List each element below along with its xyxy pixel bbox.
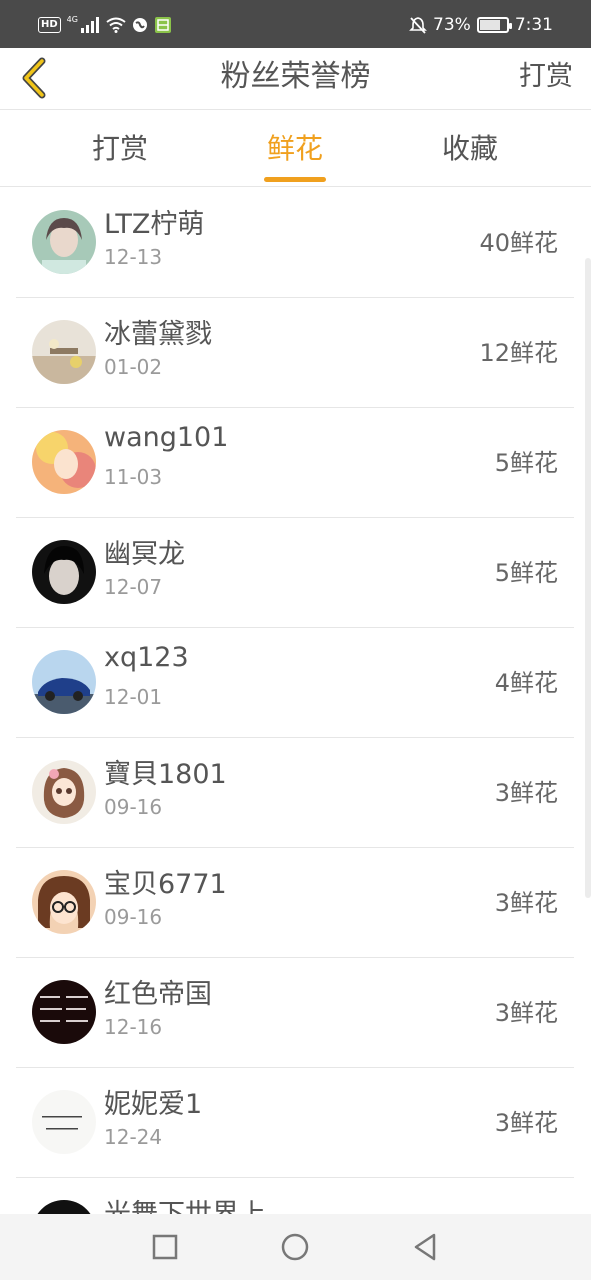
signal-icon	[80, 17, 99, 33]
network-type-label: 4G	[66, 14, 78, 24]
reward-button[interactable]: 打赏	[519, 48, 573, 106]
tab-favorites[interactable]: 收藏	[390, 111, 550, 187]
fan-date: 09-16	[104, 905, 163, 929]
list-item[interactable]: 寶貝1801 09-16 3鲜花	[16, 738, 574, 848]
avatar	[32, 650, 96, 714]
flower-count: 3鲜花	[494, 999, 558, 1027]
scrollbar[interactable]	[585, 258, 591, 898]
fan-name: 妮妮爱1	[104, 1089, 203, 1120]
list-item[interactable]: 红色帝国 12-16 3鲜花	[16, 958, 574, 1068]
clock: 7:31	[514, 15, 553, 35]
fan-name: wang101	[104, 422, 229, 453]
avatar	[32, 320, 96, 384]
fan-date: 12-16	[104, 1015, 163, 1039]
flower-count: 3鲜花	[494, 1109, 558, 1137]
fan-date: 12-24	[104, 1125, 163, 1149]
hd-badge: HD	[38, 17, 61, 33]
tab-reward[interactable]: 打赏	[40, 111, 200, 187]
back-nav-button[interactable]	[410, 1232, 440, 1262]
page-title: 粉丝荣誉榜	[220, 59, 371, 94]
tab-label: 打赏	[91, 132, 148, 165]
list-item[interactable]: xq123 12-01 4鲜花	[16, 628, 574, 738]
app-notification-icon	[154, 17, 171, 33]
battery-fill	[479, 20, 501, 30]
battery-icon	[476, 17, 512, 33]
fan-name: 光舞下世界上	[104, 1192, 266, 1214]
back-triangle-icon	[414, 1233, 436, 1261]
flower-count: 40鲜花	[479, 229, 558, 257]
list-item[interactable]: 宝贝6771 09-16 3鲜花	[16, 848, 574, 958]
globe-icon	[132, 18, 147, 32]
fan-name: xq123	[104, 642, 189, 673]
avatar	[32, 980, 96, 1044]
fan-name: 宝贝6771	[104, 869, 227, 900]
tab-flowers[interactable]: 鲜花	[215, 111, 375, 187]
flower-count: 4鲜花	[494, 669, 558, 697]
fan-name: 寶貝1801	[104, 759, 227, 790]
flower-count: 3鲜花	[494, 779, 558, 807]
tab-label: 收藏	[441, 132, 498, 165]
battery-percent: 73%	[433, 15, 471, 35]
fan-date: 01-02	[104, 355, 163, 379]
avatar	[32, 430, 96, 494]
avatar	[32, 1200, 96, 1214]
flower-count: 5鲜花	[494, 449, 558, 477]
home-icon	[281, 1233, 309, 1261]
list-item[interactable]: LTZ柠萌 12-13 40鲜花	[16, 188, 574, 298]
navigation-bar	[0, 1214, 591, 1280]
flower-count: 12鲜花	[479, 339, 558, 367]
tab-label: 鲜花	[266, 132, 323, 165]
fan-name: 幽冥龙	[104, 539, 185, 570]
mute-icon	[409, 17, 427, 34]
fan-date: 12-13	[104, 245, 163, 269]
status-bar: HD 4G 73% 7:31	[0, 0, 591, 48]
status-left: HD 4G	[38, 12, 172, 38]
list-item[interactable]: 幽冥龙 12-07 5鲜花	[16, 518, 574, 628]
list-item[interactable]: 光舞下世界上	[16, 1178, 574, 1214]
recent-apps-button[interactable]	[150, 1232, 180, 1262]
fan-name: 冰蕾黛戮	[104, 319, 212, 350]
list-item[interactable]: 冰蕾黛戮 01-02 12鲜花	[16, 298, 574, 408]
tab-bar: 打赏 鲜花 收藏	[0, 111, 591, 187]
fan-date: 12-01	[104, 685, 163, 709]
avatar	[32, 870, 96, 934]
fan-name: LTZ柠萌	[104, 209, 205, 240]
avatar	[32, 1090, 96, 1154]
flower-count: 3鲜花	[494, 889, 558, 917]
avatar	[32, 760, 96, 824]
fan-ranking-list[interactable]: LTZ柠萌 12-13 40鲜花 冰蕾黛戮 01-02 12鲜花 wang101…	[0, 188, 591, 1214]
avatar	[32, 540, 96, 604]
status-right: 73% 7:31	[409, 11, 553, 39]
fan-name: 红色帝国	[104, 979, 212, 1010]
avatar	[32, 210, 96, 274]
active-tab-indicator	[264, 177, 326, 182]
list-item[interactable]: wang101 11-03 5鲜花	[16, 408, 574, 518]
fan-date: 09-16	[104, 795, 163, 819]
fan-date: 11-03	[104, 465, 163, 489]
list-item[interactable]: 妮妮爱1 12-24 3鲜花	[16, 1068, 574, 1178]
flower-count: 5鲜花	[494, 559, 558, 587]
fan-date: 12-07	[104, 575, 163, 599]
home-button[interactable]	[280, 1232, 310, 1262]
wifi-icon	[106, 17, 126, 33]
recent-apps-icon	[152, 1234, 178, 1260]
header: 粉丝荣誉榜 打赏	[0, 48, 591, 110]
